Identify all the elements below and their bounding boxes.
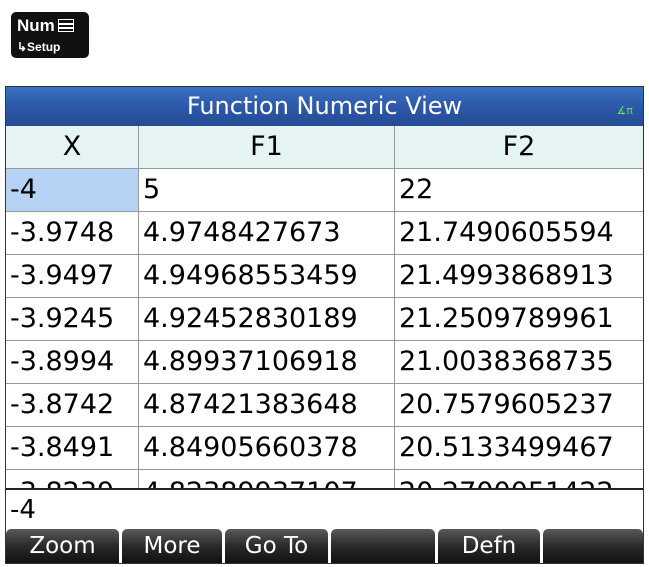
zoom-button[interactable]: Zoom xyxy=(6,529,119,563)
table-cell-f2[interactable]: 22 xyxy=(395,169,643,211)
num-label: Num xyxy=(17,16,55,35)
table-cell-x[interactable]: -3.8491 xyxy=(6,427,139,469)
table-icon xyxy=(58,19,74,32)
table-cell-f1[interactable]: 4.9748427673 xyxy=(139,212,395,254)
soft-menu-bar: Zoom More Go To Defn xyxy=(6,528,643,563)
empty-softkey-4[interactable] xyxy=(331,529,435,563)
table-cell-x[interactable]: -3.9245 xyxy=(6,298,139,340)
table-cell-x[interactable]: -3.8994 xyxy=(6,341,139,383)
table-cell-f2[interactable]: 20.5133499467 xyxy=(395,427,643,469)
table-cell-f2[interactable]: 21.2509789961 xyxy=(395,298,643,340)
go-to-button[interactable]: Go To xyxy=(225,529,328,563)
view-title: Function Numeric View xyxy=(186,92,463,120)
table-row: -4 5 22 xyxy=(6,169,643,212)
table-row-partial: -3.8239 4.82389937107 20.2700051422 xyxy=(6,470,643,490)
table-header-row: X F1 F2 xyxy=(6,126,643,169)
table-cell-x[interactable]: -3.9748 xyxy=(6,212,139,254)
num-key-icon: Num ↳Setup xyxy=(11,12,89,58)
more-button[interactable]: More xyxy=(122,529,222,563)
table-cell-f2[interactable]: 20.2700051422 xyxy=(395,470,643,490)
table-cell-f1[interactable]: 4.94968553459 xyxy=(139,255,395,297)
table-row: -3.8742 4.87421383648 20.7579605237 xyxy=(6,384,643,427)
angle-mode-icon: ∡π xyxy=(616,104,633,117)
table-cell-f2[interactable]: 21.7490605594 xyxy=(395,212,643,254)
table-cell-x[interactable]: -3.9497 xyxy=(6,255,139,297)
table-cell-f2[interactable]: 21.4993868913 xyxy=(395,255,643,297)
calculator-screen: Function Numeric View ∡π X F1 F2 -4 5 22… xyxy=(5,86,644,564)
table-cell-f2[interactable]: 21.0038368735 xyxy=(395,341,643,383)
table-cell-x[interactable]: -3.8742 xyxy=(6,384,139,426)
table-cell-f1[interactable]: 4.87421383648 xyxy=(139,384,395,426)
column-header-x[interactable]: X xyxy=(6,126,139,168)
table-cell-f2[interactable]: 20.7579605237 xyxy=(395,384,643,426)
table-cell-f1[interactable]: 4.89937106918 xyxy=(139,341,395,383)
table-cell-x[interactable]: -3.8239 xyxy=(6,470,139,490)
table-cell-f1[interactable]: 4.84905660378 xyxy=(139,427,395,469)
table-cell-x-selected[interactable]: -4 xyxy=(6,169,139,211)
table-row: -3.9245 4.92452830189 21.2509789961 xyxy=(6,298,643,341)
defn-button[interactable]: Defn xyxy=(438,529,540,563)
table-row: -3.9748 4.9748427673 21.7490605594 xyxy=(6,212,643,255)
entry-line[interactable]: -4 xyxy=(6,488,643,528)
title-bar: Function Numeric View ∡π xyxy=(6,87,643,126)
table-row: -3.8491 4.84905660378 20.5133499467 xyxy=(6,427,643,470)
setup-label: ↳Setup xyxy=(17,40,61,54)
table-cell-f1[interactable]: 5 xyxy=(139,169,395,211)
table-row: -3.9497 4.94968553459 21.4993868913 xyxy=(6,255,643,298)
column-header-f2[interactable]: F2 xyxy=(395,126,643,168)
table-row: -3.8994 4.89937106918 21.0038368735 xyxy=(6,341,643,384)
empty-softkey-6[interactable] xyxy=(543,529,643,563)
table-cell-f1[interactable]: 4.82389937107 xyxy=(139,470,395,490)
table-cell-f1[interactable]: 4.92452830189 xyxy=(139,298,395,340)
column-header-f1[interactable]: F1 xyxy=(139,126,395,168)
